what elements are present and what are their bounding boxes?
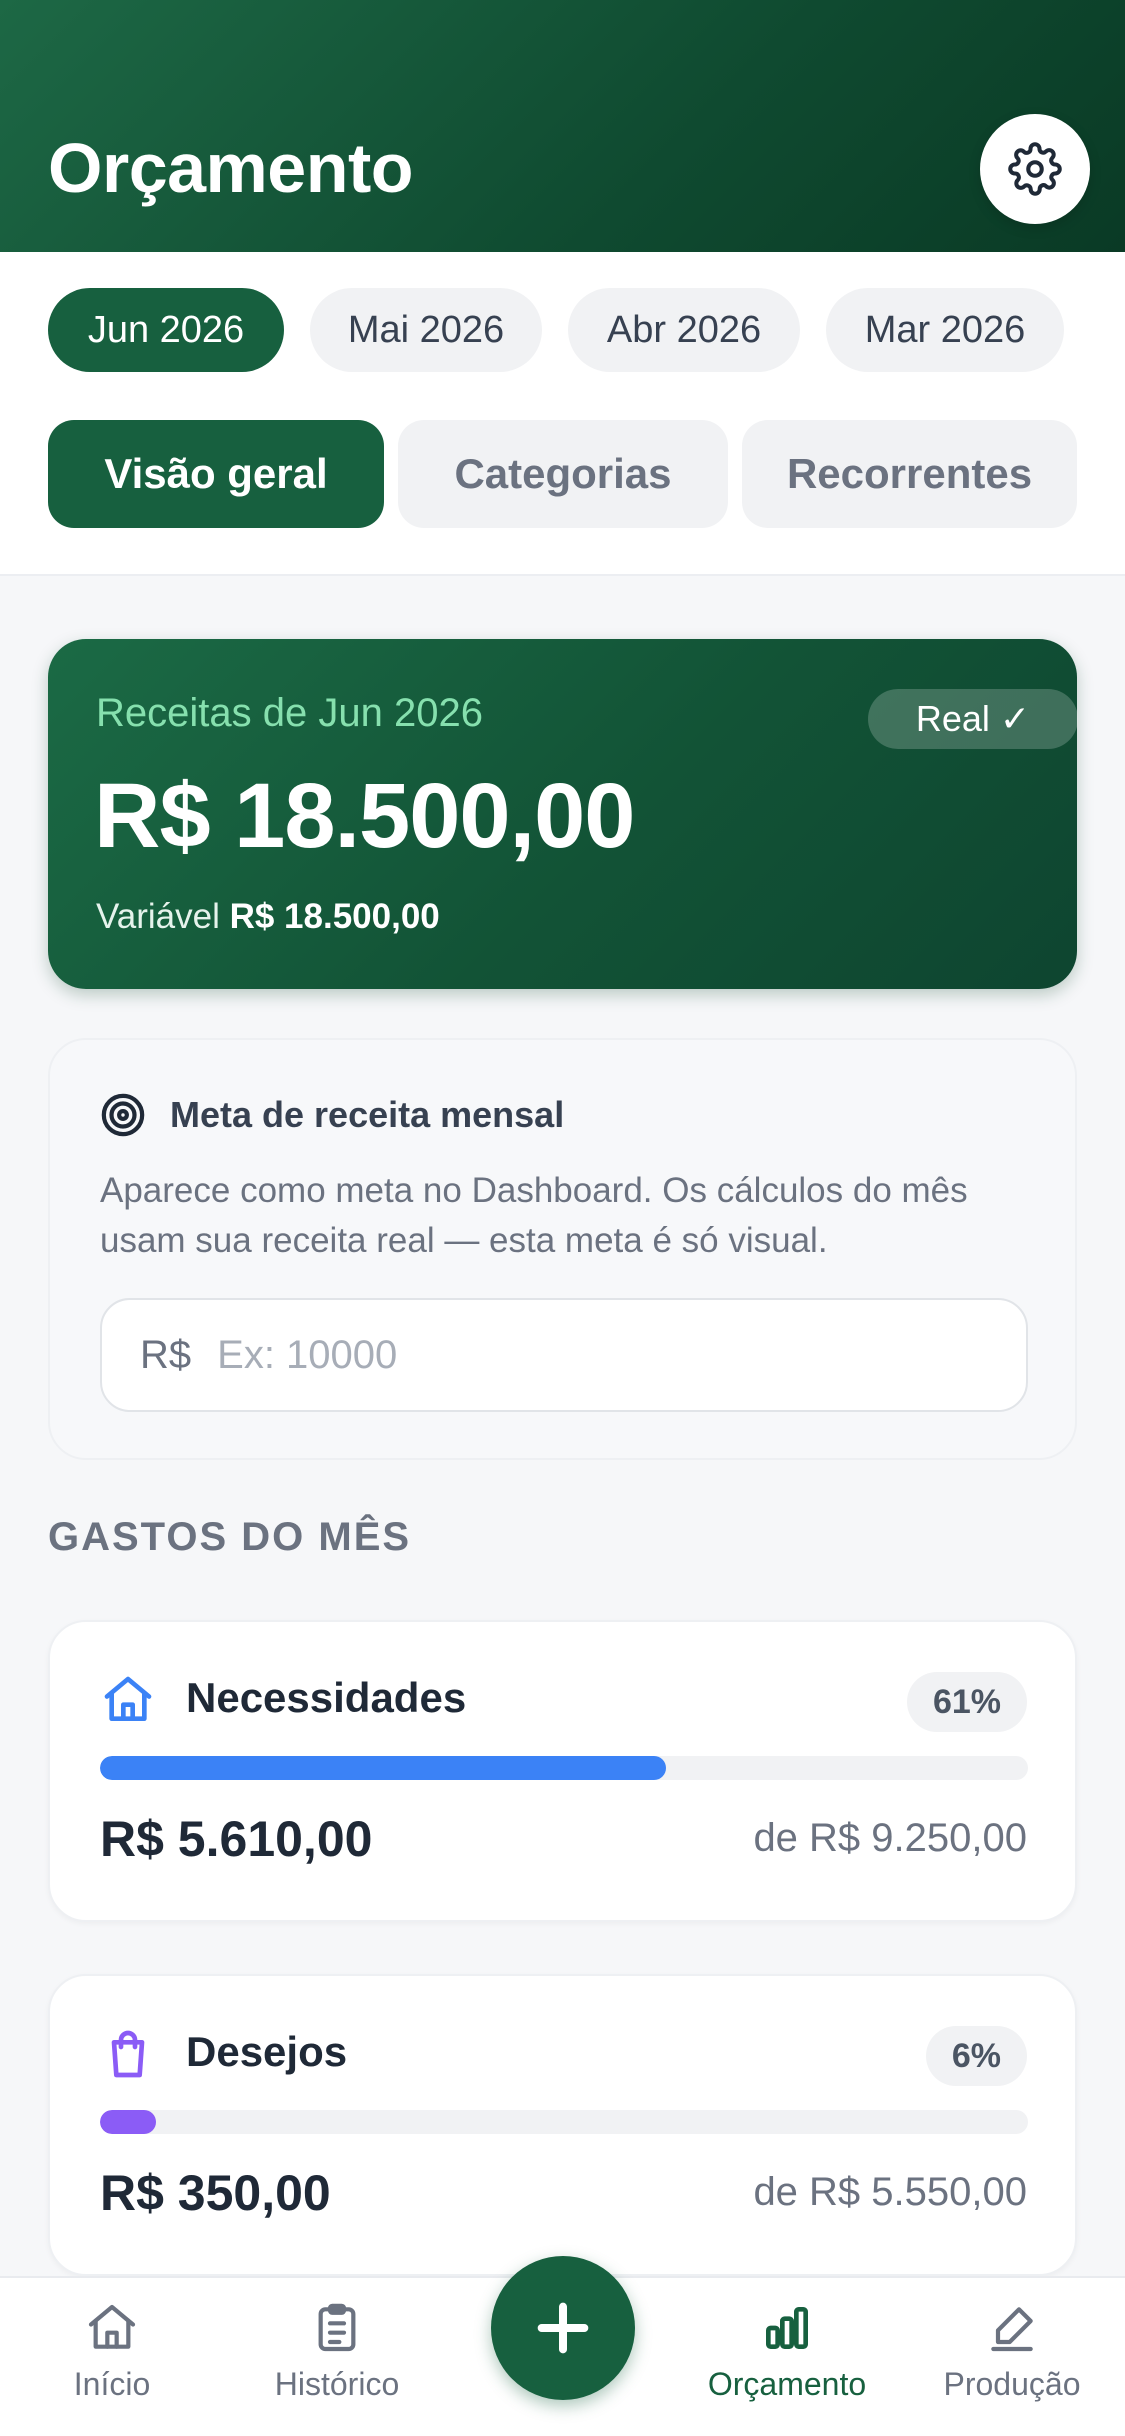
target-icon: [101, 1093, 145, 1137]
gear-icon: [1008, 142, 1062, 196]
tab-categorias[interactable]: Categorias: [398, 420, 728, 528]
currency-prefix: R$: [140, 1332, 192, 1377]
month-chip-jun-2026[interactable]: Jun 2026: [48, 288, 284, 372]
nav-item-producao[interactable]: Produção: [912, 2300, 1112, 2403]
budget-limit: de R$ 5.550,00: [753, 2170, 1027, 2214]
variable-income: Variável R$ 18.500,00: [96, 897, 440, 937]
month-chip-abr-2026[interactable]: Abr 2026: [568, 288, 800, 372]
variable-label: Variável: [96, 897, 220, 936]
clipboard-icon: [318, 2303, 356, 2352]
nav-label: Produção: [943, 2366, 1081, 2402]
month-chip-mai-2026[interactable]: Mai 2026: [310, 288, 542, 372]
budget-card-desejos[interactable]: Desejos 6% R$ 350,00 de R$ 5.550,00: [48, 1974, 1077, 2276]
nav-item-orcamento[interactable]: Orçamento: [687, 2300, 887, 2403]
add-transaction-button[interactable]: [491, 2256, 635, 2400]
income-amount: R$ 18.500,00: [94, 765, 635, 867]
goal-amount-field[interactable]: R$ Ex: 10000: [100, 1298, 1028, 1412]
month-chip-mar-2026[interactable]: Mar 2026: [826, 288, 1064, 372]
page-title: Orçamento: [48, 129, 414, 207]
settings-button[interactable]: [980, 114, 1090, 224]
budget-name: Desejos: [186, 2028, 348, 2075]
income-goal-card: Meta de receita mensal Aparece como meta…: [48, 1038, 1077, 1460]
budget-progress-fill: [100, 1756, 667, 1780]
bar-chart-icon: [766, 2307, 808, 2349]
budget-name: Necessidades: [186, 1674, 467, 1721]
income-label: Receitas de Jun 2026: [96, 691, 483, 735]
goal-placeholder: Ex: 10000: [217, 1332, 398, 1377]
budget-progress-bar: [100, 2110, 1028, 2134]
budget-percent-badge: 61%: [906, 1672, 1027, 1732]
tab-visao-geral[interactable]: Visão geral: [48, 420, 384, 528]
budget-card-necessidades[interactable]: Necessidades 61% R$ 5.610,00 de R$ 9.250…: [48, 1620, 1077, 1922]
variable-amount: R$ 18.500,00: [229, 897, 440, 936]
house-icon: [104, 1676, 152, 1721]
nav-label: Início: [73, 2366, 151, 2402]
real-badge: Real ✓: [868, 689, 1078, 749]
header: Orçamento: [0, 0, 1125, 252]
goal-title: Meta de receita mensal: [170, 1094, 565, 1135]
budget-spent: R$ 5.610,00: [100, 1811, 373, 1867]
section-title-expenses: GASTOS DO MÊS: [48, 1515, 412, 1559]
nav-item-inicio[interactable]: Início: [12, 2300, 212, 2403]
shopping-bag-icon: [111, 2030, 145, 2078]
pen-icon: [991, 2307, 1033, 2352]
plus-icon: [537, 2302, 589, 2354]
goal-description: Aparece como meta no Dashboard. Os cálcu…: [100, 1171, 968, 1260]
income-card: Receitas de Jun 2026 Real ✓ R$ 18.500,00…: [48, 639, 1078, 989]
budget-spent: R$ 350,00: [100, 2165, 331, 2221]
nav-label: Orçamento: [707, 2366, 867, 2402]
screen: Orçamento Jun 2026 Mai 2026 Abr 2026 Mar…: [0, 0, 1125, 2436]
filters-area: Jun 2026 Mai 2026 Abr 2026 Mar 2026 Visã…: [0, 252, 1125, 576]
home-icon: [88, 2304, 136, 2349]
budget-limit: de R$ 9.250,00: [753, 1816, 1027, 1860]
budget-progress-bar: [100, 1756, 1028, 1780]
budget-progress-fill: [100, 2110, 156, 2134]
nav-label: Histórico: [274, 2366, 400, 2402]
budget-percent-badge: 6%: [925, 2026, 1027, 2086]
goal-header: Meta de receita mensal: [100, 1092, 564, 1138]
nav-item-historico[interactable]: Histórico: [237, 2300, 437, 2403]
tab-recorrentes[interactable]: Recorrentes: [742, 420, 1077, 528]
